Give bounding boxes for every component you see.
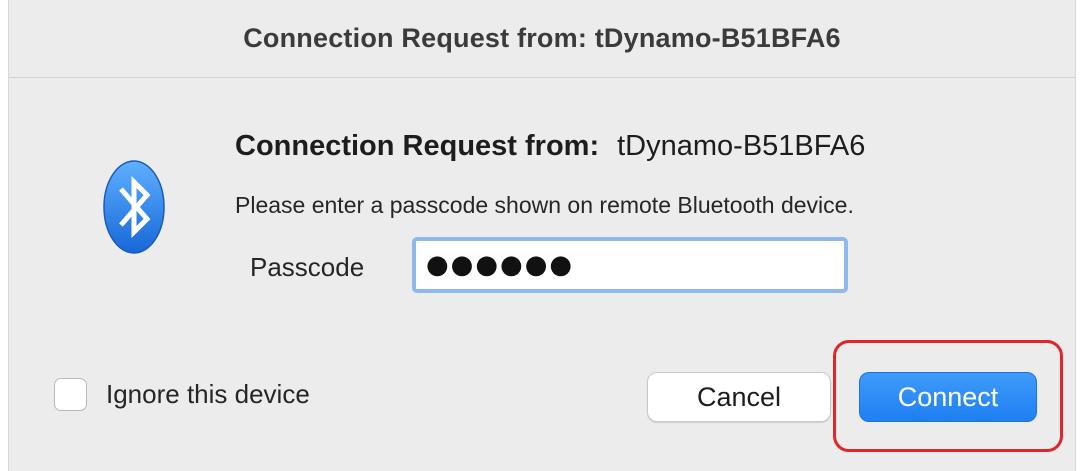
cancel-button[interactable]: Cancel bbox=[647, 372, 831, 422]
ignore-device-row[interactable]: Ignore this device bbox=[54, 378, 310, 411]
dialog-description: Please enter a passcode shown on remote … bbox=[235, 192, 854, 218]
connection-request-window: Connection Request from: tDynamo-B51BFA6… bbox=[8, 0, 1076, 471]
passcode-input[interactable] bbox=[412, 237, 848, 293]
window-title: Connection Request from: tDynamo-B51BFA6 bbox=[243, 23, 841, 53]
title-bar[interactable]: Connection Request from: tDynamo-B51BFA6 bbox=[9, 0, 1075, 78]
heading-label: Connection Request from: bbox=[235, 130, 600, 162]
device-name: tDynamo-B51BFA6 bbox=[617, 130, 866, 162]
ignore-device-checkbox[interactable] bbox=[54, 378, 87, 411]
ignore-device-label[interactable]: Ignore this device bbox=[106, 379, 310, 410]
connect-highlight-annotation bbox=[833, 340, 1063, 452]
dialog-heading: Connection Request from: tDynamo-B51BFA6 bbox=[235, 130, 865, 163]
passcode-label: Passcode bbox=[250, 252, 365, 282]
bluetooth-icon bbox=[103, 160, 165, 254]
